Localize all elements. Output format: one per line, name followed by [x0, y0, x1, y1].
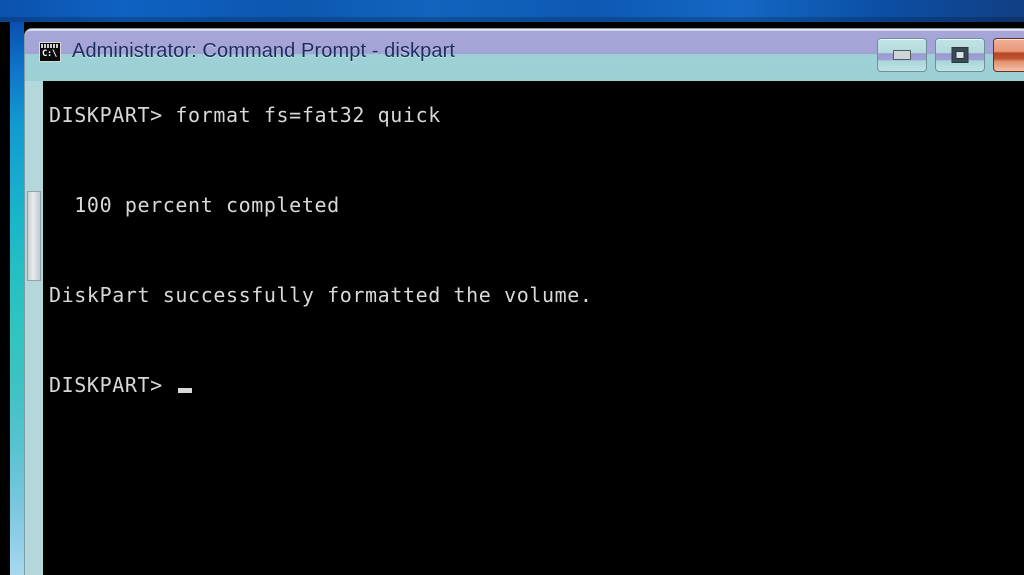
desktop-wallpaper-left-strip	[10, 22, 24, 575]
titlebar-left-group: C:\ Administrator: Command Prompt - disk…	[39, 40, 455, 63]
window-controls	[877, 38, 1024, 72]
restore-icon	[951, 47, 969, 63]
minimize-icon	[893, 50, 911, 60]
console-cursor	[178, 388, 193, 393]
console-output[interactable]: DISKPART> format fs=fat32 quick 100 perc…	[43, 81, 1024, 575]
console-area: DISKPART> format fs=fat32 quick 100 perc…	[25, 81, 1024, 575]
minimize-button[interactable]	[877, 38, 927, 72]
window-title: Administrator: Command Prompt - diskpart	[72, 40, 456, 62]
screen: C:\ Administrator: Command Prompt - disk…	[0, 0, 1024, 575]
console-prompt-line: DISKPART>	[49, 363, 1024, 408]
console-scrollbar-thumb[interactable]	[27, 191, 41, 281]
console-line: DISKPART> format fs=fat32 quick	[49, 103, 441, 127]
console-line: DiskPart successfully formatted the volu…	[49, 283, 593, 307]
restore-button[interactable]	[935, 38, 985, 72]
console-line: 100 percent completed	[49, 193, 340, 217]
cmd-console-icon-text: C:\	[42, 48, 57, 59]
desktop-wallpaper-top-band	[0, 0, 1024, 22]
window-titlebar[interactable]: C:\ Administrator: Command Prompt - disk…	[25, 29, 1024, 81]
close-button[interactable]	[993, 38, 1024, 72]
console-scrollbar[interactable]	[25, 81, 43, 575]
cmd-console-icon[interactable]: C:\	[39, 41, 61, 62]
command-prompt-window: C:\ Administrator: Command Prompt - disk…	[24, 28, 1024, 575]
console-prompt-text: DISKPART>	[49, 373, 176, 397]
